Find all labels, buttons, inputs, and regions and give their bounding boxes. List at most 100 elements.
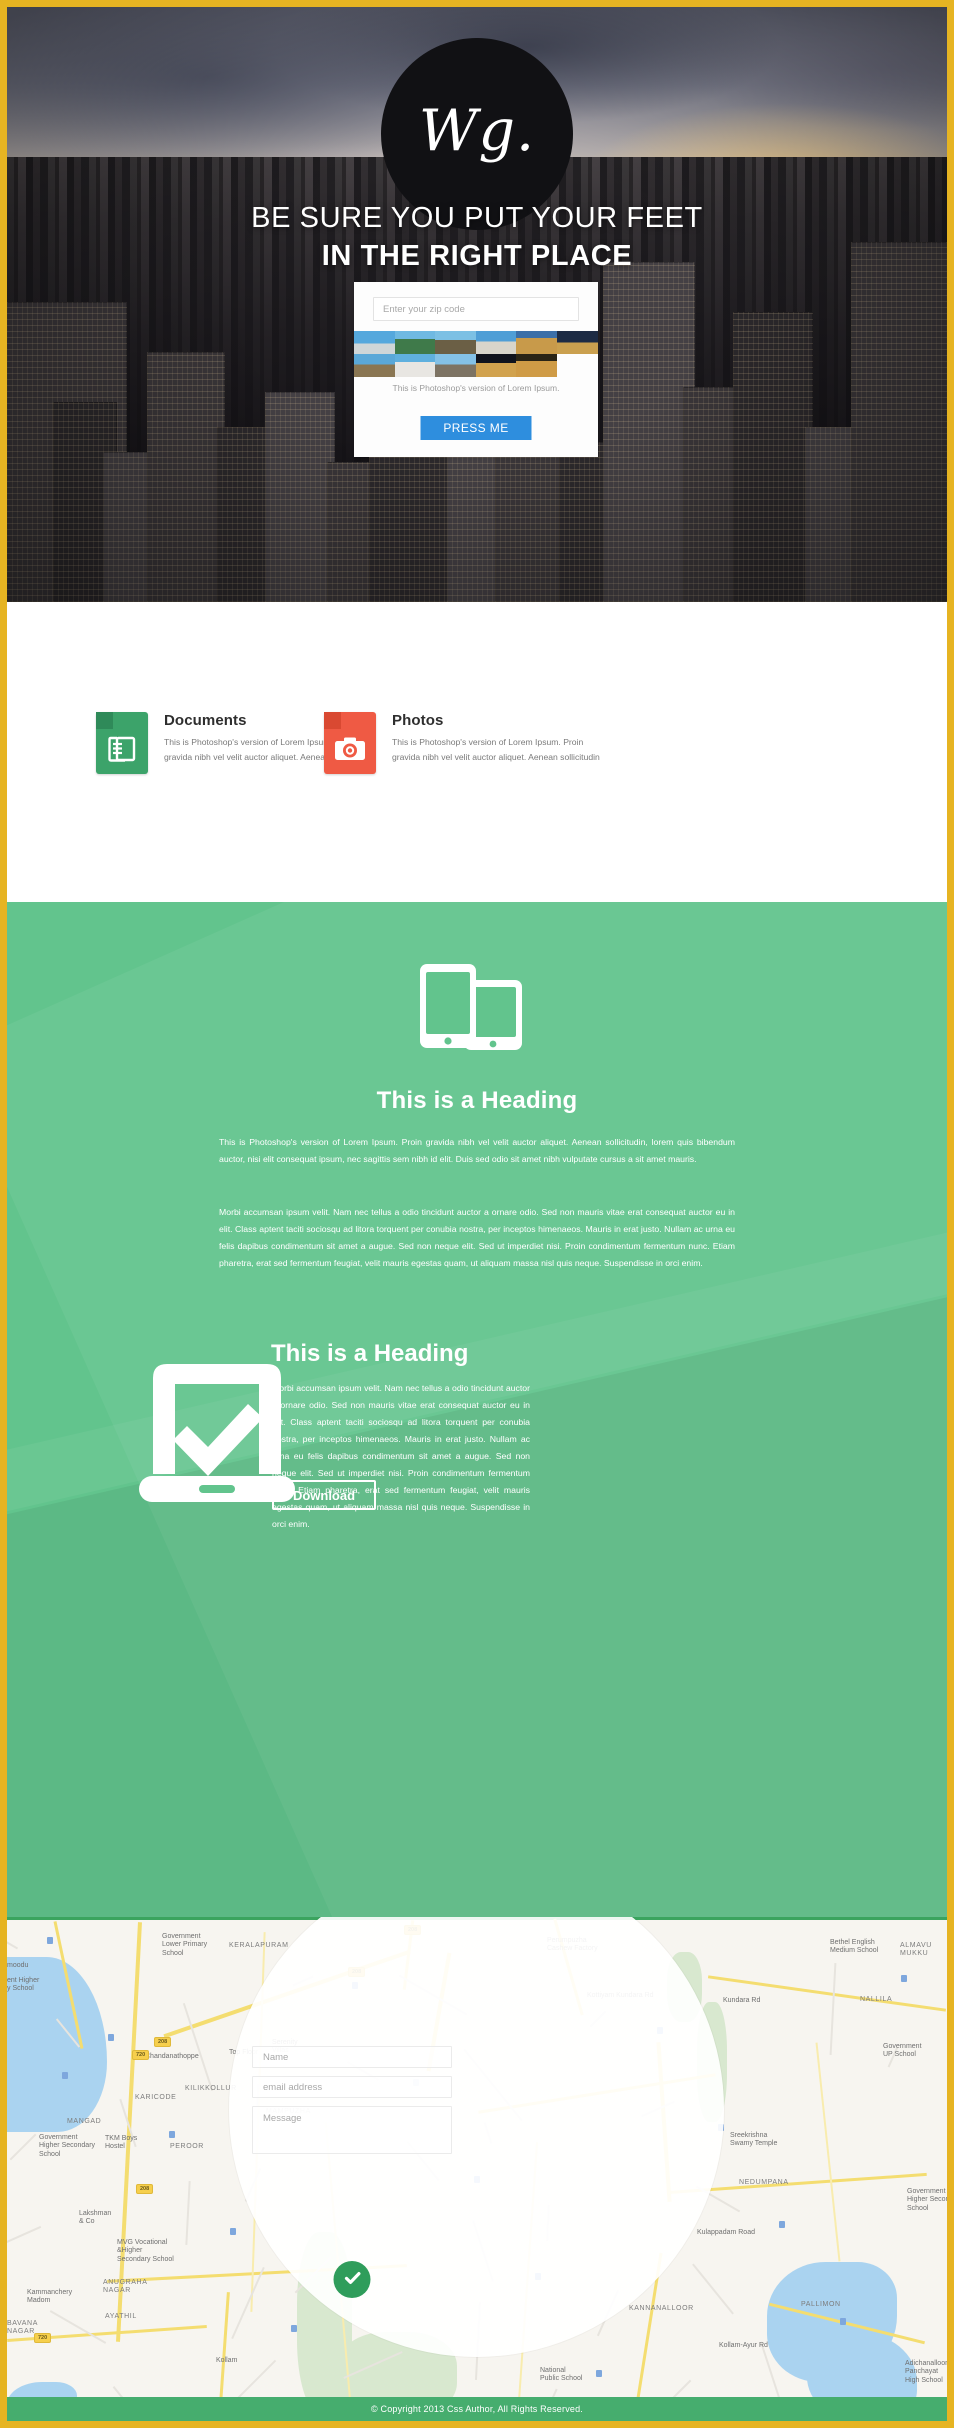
download-button[interactable]: Download	[272, 1480, 376, 1510]
map-road	[231, 2266, 265, 2340]
map-poi-marker	[901, 1975, 907, 1982]
map-road	[217, 2292, 230, 2397]
contact-submit-button[interactable]	[333, 2261, 371, 2298]
feature-item-photos: Photos This is Photoshop's version of Lo…	[324, 712, 654, 774]
map-poi-marker	[169, 2131, 175, 2138]
map-label: MANGAD	[67, 2118, 102, 2125]
thumbnail-temple	[435, 331, 476, 354]
map-label: PALLIMON	[801, 2301, 841, 2308]
map-route-shield: 208	[136, 2184, 154, 2194]
map-label: Kammanchery Madom	[27, 2289, 73, 2305]
map-poi-marker	[291, 2325, 297, 2332]
map-label: Lakshman & Co	[79, 2210, 112, 2226]
thumbnail-eiffel-tower	[475, 354, 517, 377]
map-label: TKM Boys Hostel	[105, 2135, 138, 2151]
map-route-shield: 208	[154, 2037, 172, 2047]
map-poi-marker	[596, 2370, 602, 2377]
site-footer: © Copyright 2013 Css Author, All Rights …	[7, 2397, 947, 2421]
map-label: PEROOR	[170, 2143, 204, 2150]
map-road	[707, 1975, 947, 2012]
hero-section: Wg. BE SURE YOU PUT YOUR FEET IN THE RIG…	[7, 7, 947, 602]
map-route-shield: 720	[34, 2333, 52, 2343]
map-route-shield: 720	[132, 2050, 150, 2060]
map-road	[112, 2386, 164, 2397]
landmark-thumbnail-strip	[354, 331, 598, 377]
map-poi-marker	[62, 2072, 68, 2079]
feature-title: Photos	[392, 712, 444, 729]
map-water	[7, 2382, 77, 2397]
map-road	[644, 2379, 692, 2397]
map-label: Chandanathoppe	[145, 2053, 199, 2060]
green-content-section: This is a Heading This is Photoshop's ve…	[7, 902, 947, 1917]
map-water	[807, 2332, 917, 2397]
map-road	[7, 1936, 19, 1950]
map-label: KARICODE	[135, 2094, 177, 2101]
map-label: Government Lower Primary School	[162, 1933, 208, 1957]
zip-signup-card: This is Photoshop's version of Lorem Ips…	[354, 282, 598, 457]
map-label: Bethel English Medium School	[830, 1939, 879, 1955]
thumbnail-taj-mahal	[394, 354, 436, 377]
map-label: Kollam	[216, 2357, 238, 2364]
press-me-button[interactable]: PRESS ME	[420, 416, 532, 440]
thumbnail-sydney-opera-house	[354, 331, 395, 354]
map-label: NALLILA	[860, 1996, 893, 2003]
map-road	[182, 2002, 214, 2092]
hero-headline: BE SURE YOU PUT YOUR FEET IN THE RIGHT P…	[7, 199, 947, 276]
map-road	[7, 2225, 42, 2249]
tablet-devices-icon	[412, 962, 542, 1062]
thumbnail-sacre-coeur	[475, 331, 517, 354]
check-icon	[342, 2268, 362, 2291]
map-road	[49, 2310, 107, 2344]
thumbnail-rice-terraces	[394, 331, 436, 354]
map-label: Kundara Rd	[723, 1997, 761, 2004]
thumbnail-louvre-pyramid	[556, 331, 598, 354]
map-label: ALMAVU MUKKU	[900, 1942, 932, 1958]
thumbnail-pyramids	[516, 354, 557, 377]
map-label: Sreekrishna Swamy Temple	[730, 2132, 778, 2148]
zip-code-input[interactable]	[373, 297, 579, 321]
map-label: Adichanalloor Panchayat High School	[905, 2360, 947, 2384]
map-label: GovernmentHigher SecondSchool	[907, 2188, 947, 2212]
map-road	[518, 2388, 558, 2397]
contact-message-textarea[interactable]	[252, 2106, 452, 2154]
map-label: ent Higher y School	[7, 1977, 40, 1993]
map-label: NEDUMPANA	[739, 2179, 789, 2186]
thumbnail-leaning-tower	[354, 354, 395, 377]
green-paragraph-two: Morbi accumsan ipsum velit. Nam nec tell…	[219, 1207, 735, 1268]
map-poi-marker	[840, 2318, 846, 2325]
map-label: MVG Vocational &Higher Secondary School	[117, 2239, 174, 2263]
map-poi-marker	[779, 2221, 785, 2228]
map-road	[829, 1963, 837, 2055]
hero-headline-line-1: BE SURE YOU PUT YOUR FEET	[251, 202, 703, 234]
brand-logo-text: Wg.	[418, 98, 536, 164]
map-label: AYATHIL	[105, 2313, 137, 2320]
map-label: Kollam-Ayur Rd	[719, 2342, 768, 2349]
documents-icon	[96, 712, 148, 774]
map-label: National Public School	[540, 2367, 583, 2383]
map-label: Government Higher Secondary School	[39, 2134, 96, 2158]
green-heading-one: This is a Heading	[376, 1087, 578, 1114]
map-label: Government UP School	[883, 2043, 922, 2059]
map-label: moodu	[7, 1962, 29, 1969]
map-label: ANUGRAHA NAGAR	[103, 2279, 148, 2295]
contact-email-input[interactable]	[252, 2076, 452, 2098]
footer-copyright: © Copyright 2013 Css Author, All Rights …	[370, 2404, 584, 2414]
contact-name-input[interactable]	[252, 2046, 452, 2068]
map-poi-marker	[230, 2228, 236, 2235]
map-contact-section[interactable]: Government Lower Primary School KERALAPURAM…	[7, 1917, 947, 2397]
map-road	[815, 2042, 841, 2262]
map-poi-marker	[108, 2034, 114, 2041]
zip-card-caption: This is Photoshop's version of Lorem Ips…	[392, 383, 560, 393]
features-section: Documents This is Photoshop's version of…	[7, 602, 947, 902]
map-road	[185, 2180, 191, 2246]
map-road	[692, 2263, 734, 2315]
map-label: Kulappadam Road	[697, 2229, 755, 2236]
map-road	[9, 2133, 37, 2161]
thumbnail-colosseum	[516, 331, 557, 354]
map-poi-marker	[47, 1937, 53, 1944]
map-label: KERALAPURAM	[229, 1942, 289, 1949]
page-frame: Wg. BE SURE YOU PUT YOUR FEET IN THE RIG…	[7, 7, 947, 2421]
feature-body: This is Photoshop's version of Lorem Ips…	[392, 737, 600, 763]
thumbnail-sphinx	[435, 354, 476, 377]
photos-icon	[324, 712, 376, 774]
